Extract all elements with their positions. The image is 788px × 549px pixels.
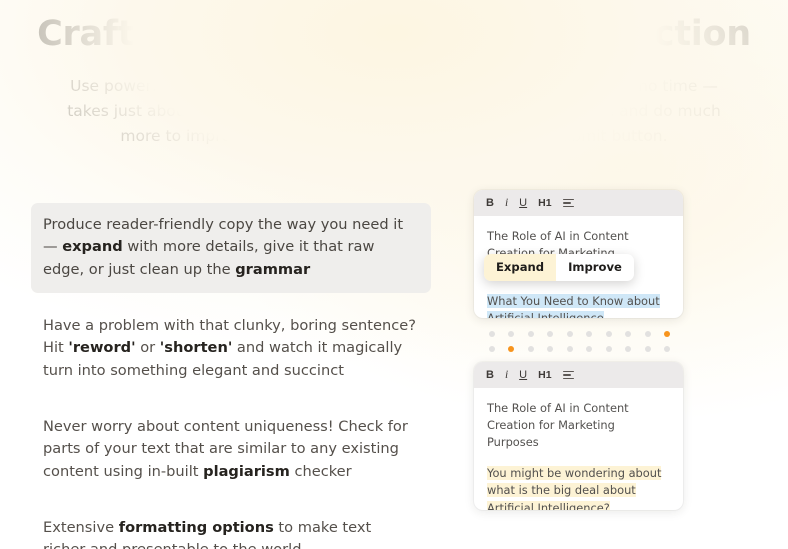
page-subtitle: Use powerful, rich-text editor to go fro… xyxy=(67,77,721,146)
page-root: Craft your masterpiece to perfection Use… xyxy=(0,0,788,549)
feature-keyword: grammar xyxy=(235,260,311,278)
feature-keyword: expand xyxy=(62,238,123,256)
dot xyxy=(489,331,495,337)
dot xyxy=(644,346,651,352)
dot xyxy=(586,331,593,337)
dot xyxy=(663,346,670,352)
dot-active xyxy=(508,346,515,352)
dot xyxy=(527,346,534,352)
feature-item-expand-grammar[interactable]: Produce reader-friendly copy the way you… xyxy=(31,203,431,293)
bullet-list-icon[interactable] xyxy=(562,370,574,380)
heading-one-icon[interactable]: H1 xyxy=(538,197,551,209)
dot-active xyxy=(663,331,670,337)
editor-body-bottom[interactable]: The Role of AI in Content Creation for M… xyxy=(474,388,683,510)
feature-item-reword-shorten[interactable]: Have a problem with that clunky, boring … xyxy=(31,304,431,394)
page-title-accent-word: masterpiece xyxy=(245,14,487,54)
dot-row xyxy=(489,346,670,352)
highlighted-text-bottom: You might be wondering about what is the… xyxy=(487,465,670,510)
document-spacer xyxy=(487,451,670,465)
underline-icon[interactable]: U xyxy=(519,369,527,381)
dot xyxy=(586,346,593,352)
document-title-bottom: The Role of AI in Content Creation for M… xyxy=(487,401,629,450)
editor-preview-panel: B i U H1 The Role of AI in Content Creat… xyxy=(470,190,788,549)
dot xyxy=(527,331,534,337)
page-title-part-two: to perfection xyxy=(486,14,751,54)
dot xyxy=(625,346,632,352)
feature-text: checker xyxy=(289,462,352,480)
dot xyxy=(625,331,632,337)
expand-button[interactable]: Expand xyxy=(484,254,557,281)
editor-card-bottom: B i U H1 The Role of AI in Content Creat… xyxy=(474,362,683,510)
underline-icon[interactable]: U xyxy=(519,197,527,209)
dot xyxy=(605,346,612,352)
blue-highlight: What You Need to Know about Artificial I… xyxy=(487,294,660,318)
dot xyxy=(489,346,495,352)
dot-row xyxy=(489,331,670,337)
page-title-part-one: Craft your xyxy=(37,14,246,54)
dot xyxy=(566,346,573,352)
dot-grid-decoration xyxy=(489,331,674,352)
dot xyxy=(508,331,515,337)
bullet-list-icon[interactable] xyxy=(562,198,574,208)
content-columns: Produce reader-friendly copy the way you… xyxy=(0,190,788,549)
italic-icon[interactable]: i xyxy=(505,369,508,381)
feature-keyword: formatting options xyxy=(118,518,274,536)
heading-one-icon[interactable]: H1 xyxy=(538,369,551,381)
feature-text: Extensive xyxy=(43,518,119,536)
dot xyxy=(605,331,612,337)
dot xyxy=(547,346,554,352)
feature-keyword: 'reword' xyxy=(68,339,136,357)
dot xyxy=(547,331,554,337)
document-spacer xyxy=(487,279,670,293)
bold-icon[interactable]: B xyxy=(486,369,494,381)
editor-card-top: B i U H1 The Role of AI in Content Creat… xyxy=(474,190,683,318)
dot xyxy=(566,331,573,337)
italic-icon[interactable]: i xyxy=(505,197,508,209)
selected-text-top: What You Need to Know about Artificial I… xyxy=(487,293,670,318)
editor-toolbar-bottom: B i U H1 xyxy=(474,362,683,388)
feature-item-formatting[interactable]: Extensive formatting options to make tex… xyxy=(31,506,431,549)
bold-icon[interactable]: B xyxy=(486,197,494,209)
editor-toolbar-top: B i U H1 xyxy=(474,190,683,216)
feature-text: or xyxy=(135,339,160,357)
dot xyxy=(644,331,651,337)
yellow-highlight: You might be wondering about what is the… xyxy=(487,466,662,510)
ai-action-popup: Expand Improve xyxy=(484,254,634,281)
feature-keyword: 'shorten' xyxy=(159,339,233,357)
page-title: Craft your masterpiece to perfection xyxy=(0,0,788,54)
improve-button[interactable]: Improve xyxy=(556,254,634,281)
feature-list: Produce reader-friendly copy the way you… xyxy=(0,190,470,549)
feature-keyword: plagiarism xyxy=(203,462,290,480)
feature-item-plagiarism[interactable]: Never worry about content uniqueness! Ch… xyxy=(31,405,431,495)
